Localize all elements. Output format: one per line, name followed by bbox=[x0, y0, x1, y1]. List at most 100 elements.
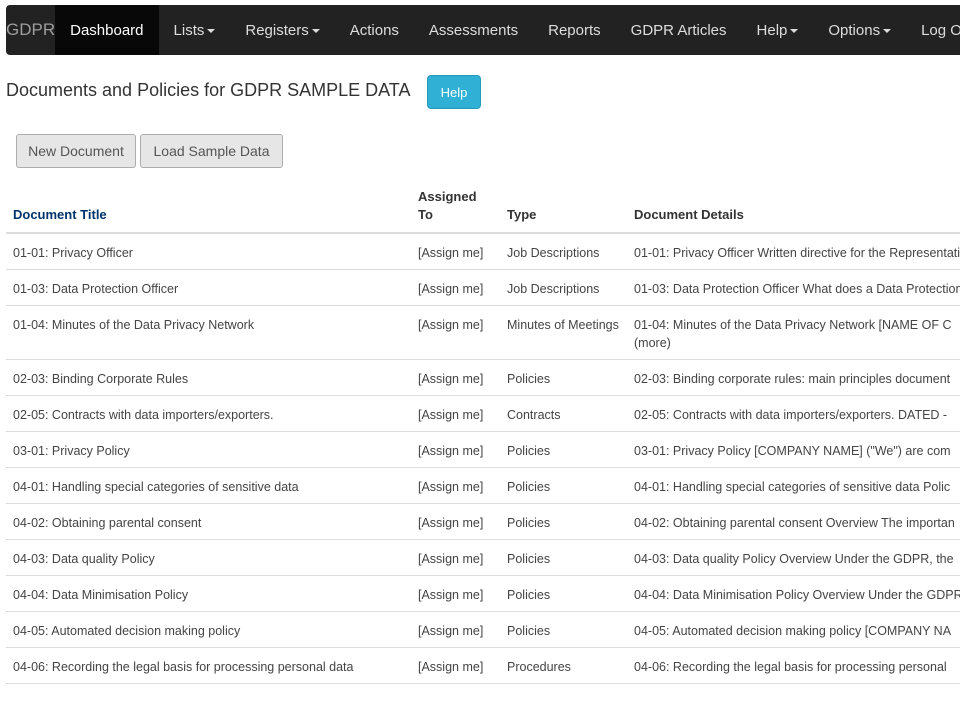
document-title-cell[interactable]: 02-05: Contracts with data importers/exp… bbox=[6, 395, 411, 432]
document-title-cell-text: 02-03: Binding Corporate Rules bbox=[13, 372, 189, 386]
table-row[interactable]: 04-03: Data quality Policy [Assign me] Pol… bbox=[6, 539, 960, 576]
document-type-cell: Policies bbox=[500, 503, 627, 540]
document-title-cell[interactable]: 04-06: Recording the legal basis for pro… bbox=[6, 647, 411, 684]
assign-me-link-text: [Assign me] bbox=[418, 372, 484, 386]
document-title-cell[interactable]: 04-03: Data quality Policy bbox=[6, 539, 411, 576]
document-type-cell: Job Descriptions bbox=[500, 233, 627, 270]
nav-item-registers[interactable]: Registers bbox=[230, 5, 334, 55]
assign-me-link[interactable]: [Assign me] bbox=[411, 359, 500, 396]
assign-me-link[interactable]: [Assign me] bbox=[411, 503, 500, 540]
document-details-cell-text: 03-01: Privacy Policy [COMPANY NAME] ("W… bbox=[634, 444, 951, 458]
document-details-cell: 04-05: Automated decision making policy … bbox=[627, 611, 960, 648]
nav-item-label: Actions bbox=[349, 21, 399, 39]
document-type-cell-text: Procedures bbox=[507, 660, 571, 674]
column-header-type: Type bbox=[500, 184, 627, 234]
assign-me-link[interactable]: [Assign me] bbox=[411, 305, 500, 360]
caret-down-icon bbox=[311, 29, 320, 33]
assign-me-link[interactable]: [Assign me] bbox=[411, 575, 500, 612]
assign-me-link-text: [Assign me] bbox=[418, 246, 484, 260]
assign-me-link-text: [Assign me] bbox=[418, 480, 484, 494]
document-title-cell[interactable]: 03-01: Privacy Policy bbox=[6, 431, 411, 468]
document-title-cell-text: 04-05: Automated decision making policy bbox=[13, 624, 241, 638]
assign-me-link-text: [Assign me] bbox=[418, 660, 484, 674]
nav-item-label: Log Out bbox=[921, 21, 960, 39]
nav-item-gdpr-articles[interactable]: GDPR Articles bbox=[616, 5, 742, 55]
nav-item-label: Options bbox=[828, 21, 881, 39]
caret-down-icon bbox=[207, 29, 216, 33]
document-details-cell-text: 01-03: Data Protection Officer What does… bbox=[634, 282, 960, 296]
document-details-cell-text: 04-06: Recording the legal basis for pro… bbox=[634, 660, 947, 674]
document-title-cell[interactable]: 04-05: Automated decision making policy bbox=[6, 611, 411, 648]
assign-me-link[interactable]: [Assign me] bbox=[411, 269, 500, 306]
help-button[interactable]: Help bbox=[427, 75, 481, 109]
nav-item-assessments[interactable]: Assessments bbox=[414, 5, 533, 55]
assign-me-link[interactable]: [Assign me] bbox=[411, 431, 500, 468]
table-row[interactable]: 04-01: Handling special categories of se… bbox=[6, 467, 960, 504]
document-title-cell[interactable]: 01-04: Minutes of the Data Privacy Netwo… bbox=[6, 305, 411, 360]
nav-item-label: Assessments bbox=[428, 21, 519, 39]
assign-me-link-text: [Assign me] bbox=[418, 408, 484, 422]
table-row[interactable]: 03-01: Privacy Policy [Assign me] Policies… bbox=[6, 431, 960, 468]
nav-item-options[interactable]: Options bbox=[813, 5, 906, 55]
document-type-cell-text: Contracts bbox=[507, 408, 561, 422]
table-row[interactable]: 01-01: Privacy Officer [Assign me] Job Des… bbox=[6, 233, 960, 270]
document-details-cell: 04-03: Data quality Policy Overview Unde… bbox=[627, 539, 960, 576]
document-type-cell-text: Policies bbox=[507, 372, 551, 386]
assign-me-link[interactable]: [Assign me] bbox=[411, 467, 500, 504]
table-row[interactable]: 04-06: Recording the legal basis for pro… bbox=[6, 647, 960, 684]
assign-me-link[interactable]: [Assign me] bbox=[411, 539, 500, 576]
document-details-cell-text: 01-01: Privacy Officer Written directive… bbox=[634, 246, 960, 260]
document-type-cell: Policies bbox=[500, 359, 627, 396]
table-row[interactable]: 01-04: Minutes of the Data Privacy Netwo… bbox=[6, 305, 960, 360]
document-title-cell[interactable]: 01-03: Data Protection Officer bbox=[6, 269, 411, 306]
more-link[interactable]: (more) bbox=[634, 334, 960, 352]
top-navbar: GDPR Dashboard Lists Registers Actions Asses… bbox=[6, 5, 960, 55]
new-document-button[interactable]: New Document bbox=[16, 134, 136, 168]
table-row[interactable]: 01-03: Data Protection Officer [Assign me… bbox=[6, 269, 960, 306]
caret-down-icon bbox=[883, 29, 892, 33]
document-title-cell[interactable]: 04-04: Data Minimisation Policy bbox=[6, 575, 411, 612]
document-title-cell-text: 01-03: Data Protection Officer bbox=[13, 282, 179, 296]
nav-item-lists[interactable]: Lists bbox=[159, 5, 231, 55]
nav-item-help[interactable]: Help bbox=[742, 5, 814, 55]
document-title-cell-text: 04-03: Data quality Policy bbox=[13, 552, 155, 566]
assign-me-link[interactable]: [Assign me] bbox=[411, 395, 500, 432]
document-title-cell-text: 04-02: Obtaining parental consent bbox=[13, 516, 202, 530]
assign-me-link-text: [Assign me] bbox=[418, 282, 484, 296]
table-row[interactable]: 04-02: Obtaining parental consent [Assign… bbox=[6, 503, 960, 540]
nav-item-label: GDPR Articles bbox=[630, 21, 727, 39]
document-title-cell[interactable]: 04-01: Handling special categories of se… bbox=[6, 467, 411, 504]
document-type-cell: Policies bbox=[500, 611, 627, 648]
document-details-cell: 04-02: Obtaining parental consent Overvi… bbox=[627, 503, 960, 540]
document-details-cell: 01-04: Minutes of the Data Privacy Netwo… bbox=[627, 305, 960, 360]
nav-item-actions[interactable]: Actions bbox=[335, 5, 414, 55]
table-row[interactable]: 04-05: Automated decision making policy [… bbox=[6, 611, 960, 648]
load-sample-data-button[interactable]: Load Sample Data bbox=[140, 134, 283, 168]
assign-me-link-text: [Assign me] bbox=[418, 624, 484, 638]
document-title-cell-text: 03-01: Privacy Policy bbox=[13, 444, 130, 458]
document-title-cell[interactable]: 02-03: Binding Corporate Rules bbox=[6, 359, 411, 396]
table-row[interactable]: 04-04: Data Minimisation Policy [Assign m… bbox=[6, 575, 960, 612]
nav-item-reports[interactable]: Reports bbox=[533, 5, 616, 55]
document-details-cell-text: 01-04: Minutes of the Data Privacy Netwo… bbox=[634, 318, 952, 332]
document-type-cell-text: Policies bbox=[507, 588, 551, 602]
document-details-cell: 01-03: Data Protection Officer What does… bbox=[627, 269, 960, 306]
column-header-document-title[interactable]: Document Title bbox=[6, 184, 411, 234]
nav-item-label: Reports bbox=[548, 21, 601, 39]
document-title-cell[interactable]: 01-01: Privacy Officer bbox=[6, 233, 411, 270]
document-type-cell: Procedures bbox=[500, 647, 627, 684]
assign-me-link[interactable]: [Assign me] bbox=[411, 647, 500, 684]
document-type-cell-text: Minutes of Meetings bbox=[507, 318, 619, 332]
table-row[interactable]: 02-05: Contracts with data importers/exp… bbox=[6, 395, 960, 432]
brand-logo[interactable]: GDPR bbox=[6, 5, 55, 55]
nav-item-label: Help bbox=[756, 21, 788, 39]
assign-me-link[interactable]: [Assign me] bbox=[411, 233, 500, 270]
documents-table: Document Title Assigned To Type Document… bbox=[6, 184, 960, 684]
assign-me-link-text: [Assign me] bbox=[418, 516, 484, 530]
assign-me-link[interactable]: [Assign me] bbox=[411, 611, 500, 648]
table-row[interactable]: 02-03: Binding Corporate Rules [Assign me… bbox=[6, 359, 960, 396]
nav-item-log-out[interactable]: Log Out bbox=[906, 5, 960, 55]
document-title-cell[interactable]: 04-02: Obtaining parental consent bbox=[6, 503, 411, 540]
document-details-cell-text: 02-03: Binding corporate rules: main pri… bbox=[634, 372, 951, 386]
nav-item-dashboard[interactable]: Dashboard bbox=[55, 5, 159, 55]
